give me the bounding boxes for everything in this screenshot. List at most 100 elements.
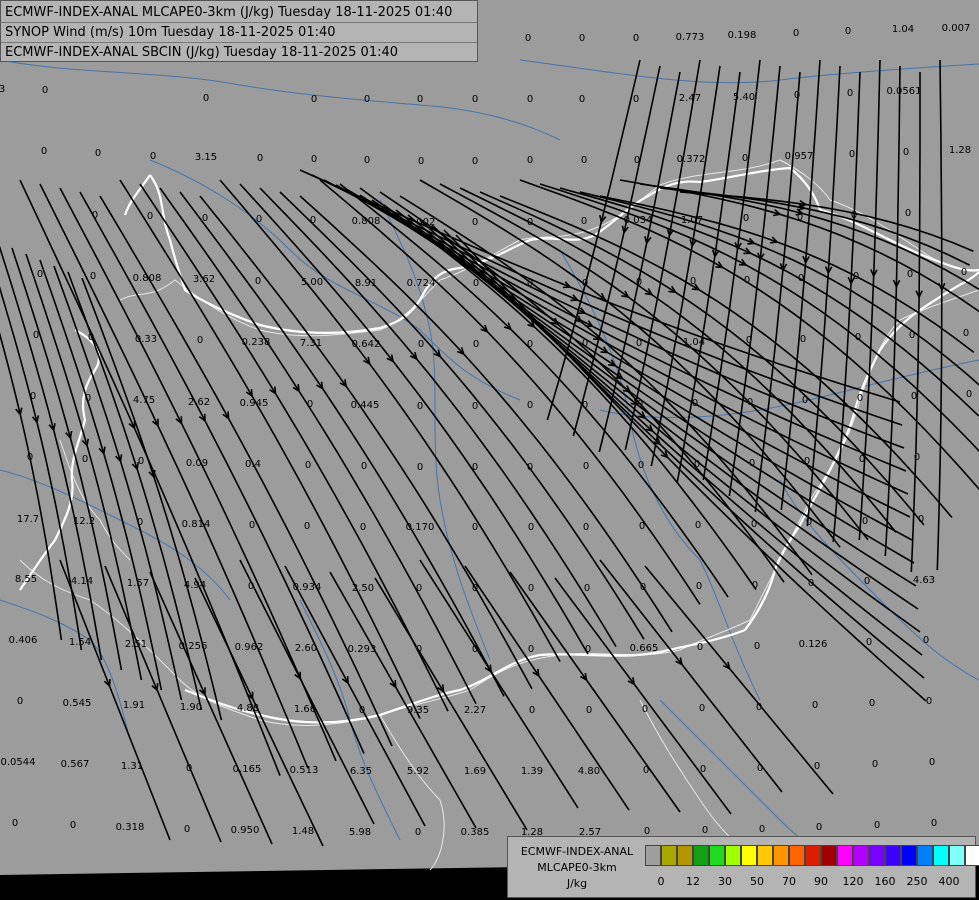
map-value-label: 0 <box>905 208 911 219</box>
map-value-label: 3.62 <box>193 274 215 285</box>
map-value-label: 0 <box>808 578 814 589</box>
map-value-label: 0 <box>793 28 799 39</box>
map-value-label: 0 <box>529 705 535 716</box>
colorbar-swatch <box>869 845 885 866</box>
colorbar-swatch <box>853 845 869 866</box>
map-value-label: 0 <box>697 642 703 653</box>
colorbar-unit: J/kg <box>566 877 588 890</box>
map-value-label: 2.47 <box>679 93 701 104</box>
map-value-label: 0 <box>874 820 880 831</box>
map-value-label: 5.00 <box>301 277 323 288</box>
map-value-label: 0 <box>640 582 646 593</box>
map-value-label: 0 <box>862 516 868 527</box>
map-value-label: 0 <box>472 94 478 105</box>
map-value-label: 0 <box>872 759 878 770</box>
map-value-label: 0 <box>249 520 255 531</box>
map-value-label: 0 <box>92 210 98 221</box>
map-value-label: 0 <box>304 521 310 532</box>
map-value-label: 0 <box>137 517 143 528</box>
map-value-label: 0.4 <box>245 459 261 470</box>
map-value-label: 0 <box>746 335 752 346</box>
map-value-label: 0.808 <box>133 273 162 284</box>
map-value-label: 0.934 <box>293 582 322 593</box>
map-value-label: 0.034 <box>624 215 653 226</box>
map-value-label: 2.51 <box>125 639 147 650</box>
map-value-label: 0 <box>695 520 701 531</box>
map-value-label: 8.55 <box>15 574 37 585</box>
map-value-label: 0.957 <box>785 151 814 162</box>
map-value-label: 0 <box>525 33 531 44</box>
map-value-label: 0 <box>637 399 643 410</box>
map-value-label: 5.92 <box>407 766 429 777</box>
map-value-label: 1.39 <box>521 766 543 777</box>
map-value-label: 9.35 <box>407 705 429 716</box>
map-value-label: 0 <box>633 94 639 105</box>
map-value-label: 4.63 <box>913 575 935 586</box>
map-value-label: 0 <box>197 335 203 346</box>
legend-line-wind: SYNOP Wind (m/s) 10m Tuesday 18-11-2025 … <box>5 25 336 40</box>
map-value-label: 2.62 <box>188 397 210 408</box>
map-value-label: 4.80 <box>578 766 600 777</box>
map-value-label: 0 <box>857 393 863 404</box>
map-value-label: 0 <box>743 213 749 224</box>
map-value-label: 0 <box>310 215 316 226</box>
map-value-label: 0 <box>95 148 101 159</box>
map-value-label: 0.962 <box>235 642 264 653</box>
map-value-label: 0 <box>364 94 370 105</box>
map-value-label: 0 <box>756 702 762 713</box>
map-value-label: 0 <box>472 583 478 594</box>
map-value-label: 0 <box>311 94 317 105</box>
map-value-label: 0 <box>472 462 478 473</box>
map-value-label: 0 <box>527 400 533 411</box>
map-value-label: 0.126 <box>799 639 828 650</box>
map-value-label: 0 <box>12 818 18 829</box>
map-value-label: 0 <box>855 332 861 343</box>
map-value-label: 0 <box>579 33 585 44</box>
map-value-label: 0 <box>88 332 94 343</box>
map-value-label: 0 <box>851 210 857 221</box>
map-value-label: 0 <box>742 153 748 164</box>
map-value-label: 0 <box>582 278 588 289</box>
map-value-label: 0 <box>636 277 642 288</box>
map-legend-header: ECMWF-INDEX-ANAL MLCAPE0-3km (J/kg) Tues… <box>0 0 478 62</box>
map-value-label: 0 <box>694 459 700 470</box>
map-value-label: 0 <box>527 217 533 228</box>
map-value-label: 0.950 <box>231 825 260 836</box>
map-value-label: 0 <box>37 269 43 280</box>
colorbar-swatch <box>757 845 773 866</box>
map-value-label: 1.04 <box>892 24 914 35</box>
map-value-label: 0 <box>963 328 969 339</box>
weather-map: 0 0 0 0 0 0 0 0 0 2.47 5.40 0 0 0.0561 0 0 0 0.773 0.198 0 0… <box>0 0 979 900</box>
map-value-label: 0 <box>17 696 23 707</box>
map-value-label: 0 <box>869 698 875 709</box>
map-value-label: 0 <box>41 146 47 157</box>
map-value-label: 0 <box>853 271 859 282</box>
map-value-label: 0 <box>27 452 33 463</box>
map-value-label: 0 <box>699 703 705 714</box>
map-value-label: 1.04 <box>683 337 705 348</box>
map-value-label: 0 <box>361 461 367 472</box>
map-value-label: 0 <box>692 398 698 409</box>
map-value-label: 0 <box>305 460 311 471</box>
map-value-label: 0 <box>416 583 422 594</box>
map-value-label: 0 <box>643 765 649 776</box>
map-value-label: 0.814 <box>182 519 211 530</box>
colorbar-tick-label: 90 <box>814 875 828 888</box>
map-value-label: 5.40 <box>733 92 755 103</box>
map-value-label: 0 <box>527 462 533 473</box>
colorbar-tick-label: 12 <box>686 875 700 888</box>
map-value-label: 4.94 <box>184 580 206 591</box>
map-value-label: 0 <box>147 211 153 222</box>
map-value-label: 0 <box>33 330 39 341</box>
map-value-label: 0.513 <box>290 765 319 776</box>
colorbar-swatch <box>885 845 901 866</box>
map-value-label: 0 <box>473 339 479 350</box>
map-value-label: 0 <box>798 273 804 284</box>
map-value-label: 0 <box>638 460 644 471</box>
colorbar-swatch <box>949 845 965 866</box>
colorbar-swatches <box>645 845 979 866</box>
map-value-label: 0 <box>696 581 702 592</box>
map-value-label: 0 <box>923 635 929 646</box>
map-value-label: 1.69 <box>464 766 486 777</box>
map-value-label: 0 <box>639 521 645 532</box>
